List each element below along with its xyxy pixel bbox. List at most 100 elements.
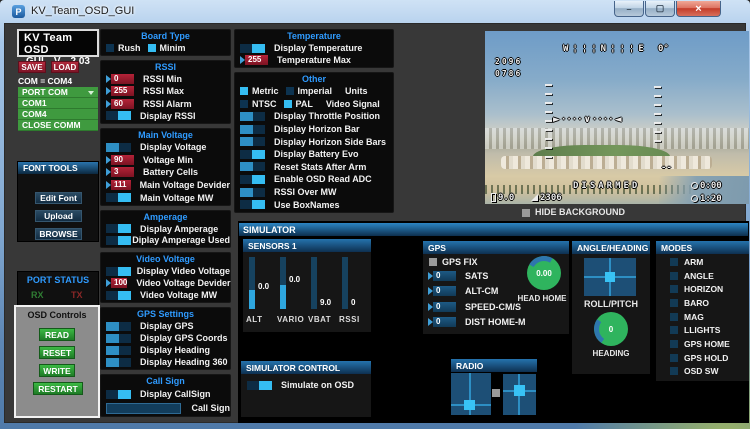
row-label: Display Temperature — [274, 43, 363, 53]
sensor-slider[interactable]: 0 RSSI — [338, 255, 369, 332]
toggle[interactable] — [240, 162, 265, 172]
toggle[interactable] — [240, 187, 265, 197]
callsign-input[interactable] — [106, 402, 182, 414]
settings-row: Display Heading — [101, 344, 230, 356]
restart-button[interactable]: RESTART — [33, 382, 83, 395]
save-button[interactable]: SAVE — [18, 61, 46, 73]
panel-title: Amperage — [143, 212, 188, 222]
row-label: Video Voltage Devider — [136, 278, 231, 288]
value-box[interactable]: 0 — [433, 317, 456, 328]
value-box[interactable]: 255 — [111, 86, 134, 97]
title-bar[interactable]: P KV_Team_OSD_GUI – ▢ × — [0, 0, 750, 23]
checkbox[interactable] — [670, 257, 678, 266]
checkbox[interactable] — [147, 44, 156, 52]
checkbox[interactable] — [670, 298, 678, 307]
gps-fix-checkbox[interactable] — [429, 258, 437, 266]
toggle-handle — [240, 111, 253, 121]
toggle[interactable] — [106, 266, 131, 276]
value-box[interactable]: 111 — [111, 180, 131, 191]
value-box[interactable]: 100 — [111, 278, 128, 288]
simulator-title: SIMULATOR — [239, 223, 748, 236]
checkbox[interactable] — [240, 87, 248, 96]
toggle[interactable] — [106, 345, 131, 355]
upload-button[interactable]: Upload — [35, 210, 82, 222]
port-item-close-comm[interactable]: CLOSE COMM — [18, 120, 98, 131]
value-box[interactable]: 0 — [111, 74, 134, 85]
sensor-slider[interactable]: 9.0 VBAT — [307, 255, 338, 332]
radio-right-stick-pad[interactable] — [503, 374, 536, 415]
close-button[interactable]: × — [676, 1, 721, 17]
write-button[interactable]: WRITE — [39, 364, 75, 377]
toggle[interactable] — [106, 224, 131, 234]
roll-pitch-label: ROLL/PITCH — [584, 299, 638, 309]
toggle[interactable] — [106, 357, 131, 367]
hide-background-checkbox[interactable] — [522, 209, 530, 217]
panel-title: GPS Settings — [136, 309, 194, 319]
simulate-on-osd-toggle[interactable] — [247, 380, 272, 390]
row-label: RSSI Over MW — [274, 187, 337, 198]
value-box[interactable]: 3 — [111, 167, 134, 178]
roll-pitch-pad[interactable] — [584, 258, 636, 296]
panel-rows: Display Voltage 90 Voltage Min 3 Battery Cel… — [101, 141, 230, 204]
checkbox[interactable] — [670, 339, 678, 348]
slider-value: 9.0 — [320, 298, 332, 307]
sensor-slider[interactable]: 0.0 ALT — [245, 255, 276, 332]
settings-row: Display GPS Coords — [101, 332, 230, 344]
mode-label: ARM — [684, 256, 704, 267]
checkbox[interactable] — [670, 285, 678, 294]
toggle[interactable] — [106, 321, 131, 331]
heading-knob[interactable]: 0 — [591, 309, 631, 349]
row-label: Display RSSI — [140, 110, 196, 121]
toggle[interactable] — [240, 124, 265, 134]
reset-button[interactable]: RESET — [39, 346, 75, 359]
toggle[interactable] — [106, 290, 131, 300]
toggle[interactable] — [240, 200, 265, 210]
checkbox[interactable] — [670, 353, 678, 362]
value-box[interactable]: 0 — [433, 301, 456, 312]
checkbox[interactable] — [240, 99, 248, 108]
value-box[interactable]: 0 — [433, 286, 456, 297]
read-button[interactable]: READ — [39, 328, 75, 341]
value-box[interactable]: 90 — [111, 154, 134, 165]
mode-row: OSD SW — [656, 364, 749, 378]
browse-button[interactable]: BROWSE — [35, 228, 82, 240]
maximize-button[interactable]: ▢ — [645, 1, 675, 17]
checkbox[interactable] — [670, 312, 678, 321]
checkbox[interactable] — [670, 271, 678, 280]
toggle[interactable] — [240, 111, 265, 121]
checkbox[interactable] — [285, 87, 294, 96]
load-button[interactable]: LOAD — [51, 61, 79, 73]
checkbox[interactable] — [670, 367, 678, 376]
checkbox[interactable] — [283, 99, 292, 108]
port-dropdown[interactable]: PORT COM — [18, 87, 98, 98]
toggle[interactable] — [106, 333, 131, 343]
toggle[interactable] — [106, 389, 131, 399]
toggle[interactable] — [240, 174, 265, 184]
panel-board-type: Board Type Rush Minim — [100, 29, 231, 56]
mode-row: ANGLE — [656, 269, 749, 283]
radio-mode-box[interactable] — [492, 389, 500, 397]
toggle[interactable] — [240, 149, 265, 159]
minimize-button[interactable]: – — [614, 1, 644, 17]
toggle[interactable] — [106, 193, 131, 203]
toggle[interactable] — [240, 137, 265, 147]
checkbox[interactable] — [106, 44, 114, 52]
settings-row: Display Horizon Bar — [235, 123, 393, 136]
toggle-handle — [240, 124, 253, 134]
toggle[interactable] — [106, 142, 131, 152]
edit-font-button[interactable]: Edit Font — [35, 192, 82, 204]
settings-row: Display CallSign — [101, 387, 230, 401]
toggle[interactable] — [106, 111, 131, 121]
checkbox[interactable] — [670, 326, 678, 335]
head-home-knob[interactable]: 0.00 — [523, 252, 565, 294]
port-item-com4[interactable]: COM4 — [18, 109, 98, 120]
value-box[interactable]: 0 — [433, 270, 456, 281]
radio-left-stick-pad[interactable] — [451, 373, 491, 415]
port-item-com1[interactable]: COM1 — [18, 98, 98, 109]
value-box[interactable]: 255 — [245, 55, 268, 65]
toggle[interactable] — [240, 43, 265, 53]
value-box[interactable]: 60 — [111, 98, 134, 109]
settings-row: Display GPS — [101, 320, 230, 332]
toggle[interactable] — [106, 235, 131, 245]
sensor-slider[interactable]: 0.0 VARIO — [276, 255, 307, 332]
